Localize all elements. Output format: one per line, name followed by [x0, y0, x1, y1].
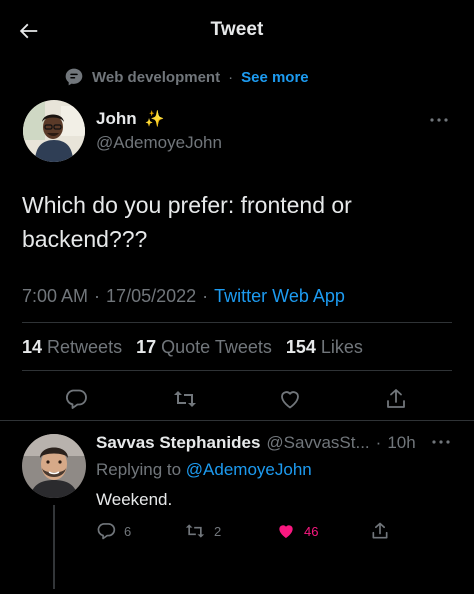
retweet-icon: [185, 524, 205, 538]
quotes-label: Quote Tweets: [161, 337, 272, 357]
sparkles-icon: ✨: [144, 111, 165, 128]
reply-like-button[interactable]: 46: [276, 521, 318, 541]
tweet-text: Which do you prefer: frontend or backend…: [22, 192, 352, 252]
retweet-button[interactable]: [170, 384, 200, 414]
retweets-stat[interactable]: 14 Retweets: [22, 337, 122, 358]
divider: [22, 370, 452, 371]
reply-share-button[interactable]: [370, 521, 390, 541]
likes-label: Likes: [320, 337, 363, 357]
reply-avatar[interactable]: [22, 434, 86, 498]
tweet-source[interactable]: Twitter Web App: [214, 286, 345, 307]
page-title: Tweet: [210, 19, 264, 40]
reply-retweet-button[interactable]: 2: [184, 521, 221, 541]
likes-stat[interactable]: 154 Likes: [286, 337, 363, 358]
more-icon: [432, 440, 450, 444]
reply-icon: [66, 389, 87, 409]
more-options-button[interactable]: [428, 115, 450, 125]
reply-more-button[interactable]: [430, 437, 452, 447]
likes-count: 154: [285, 337, 316, 357]
reply-reply-count: 6: [124, 523, 132, 539]
reply-separator: ·: [375, 433, 382, 452]
author-handle[interactable]: @AdemoyeJohn: [96, 133, 222, 153]
share-icon: [387, 389, 405, 408]
replying-to-mention[interactable]: @AdemoyeJohn: [186, 460, 312, 479]
author-avatar[interactable]: [23, 100, 85, 162]
reply-retweet-count: 2: [214, 523, 222, 539]
tweet-meta: 7:00 AM · 17/05/2022 · Twitter Web App: [22, 286, 345, 307]
retweet-icon: [174, 391, 196, 407]
tweet-stats: 14 Retweets 17 Quote Tweets 154 Likes: [22, 337, 363, 358]
reply-author-handle[interactable]: @SavvasSt...: [266, 433, 369, 453]
reply-reply-button[interactable]: 6: [96, 521, 131, 541]
thread-line: [53, 505, 55, 589]
reply-time[interactable]: 10h: [387, 433, 415, 453]
tweet-date[interactable]: 17/05/2022: [106, 286, 196, 307]
divider: [22, 322, 452, 323]
reply-like-count: 46: [304, 523, 319, 539]
divider: [0, 420, 474, 421]
reply-header: Savvas Stephanides @SavvasSt... · 10h: [96, 433, 416, 453]
reply-text: Weekend.: [96, 490, 173, 509]
author-name: John: [96, 109, 137, 128]
more-icon: [430, 118, 448, 122]
reply-icon: [97, 523, 116, 540]
author-name-row[interactable]: John ✨: [96, 109, 165, 129]
share-button[interactable]: [381, 384, 411, 414]
quotes-stat[interactable]: 17 Quote Tweets: [136, 337, 272, 358]
replying-to: Replying to @AdemoyeJohn: [96, 460, 312, 480]
replying-to-label: Replying to: [96, 460, 182, 479]
like-icon: [279, 525, 293, 539]
meta-separator: ·: [94, 286, 101, 306]
like-icon: [281, 391, 299, 409]
reply-author-name[interactable]: Savvas Stephanides: [96, 433, 260, 453]
share-icon: [372, 522, 388, 539]
retweets-label: Retweets: [47, 337, 123, 357]
like-button[interactable]: [275, 384, 305, 414]
see-more-link[interactable]: See more: [241, 69, 309, 86]
quotes-count: 17: [136, 337, 157, 357]
retweets-count: 14: [22, 337, 43, 357]
topic-line: Web development · See more: [64, 67, 309, 87]
meta-separator: ·: [202, 286, 209, 306]
topic-icon: [65, 68, 83, 86]
tweet-time[interactable]: 7:00 AM: [22, 286, 88, 307]
topic-separator: ·: [228, 68, 234, 86]
reply-button[interactable]: [61, 384, 91, 414]
topic-label[interactable]: Web development: [92, 69, 220, 86]
